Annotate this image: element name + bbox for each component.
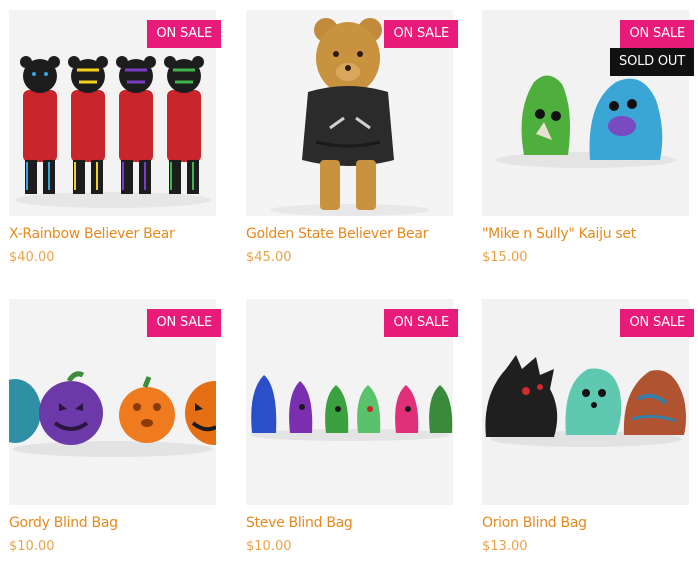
on-sale-badge: ON SALE bbox=[620, 309, 694, 337]
product-card[interactable]: ON SALE Gordy Blind Bag $10.00 bbox=[9, 299, 221, 554]
on-sale-badge: ON SALE bbox=[620, 20, 694, 48]
product-card[interactable]: ON SALE SOLD OUT "Mike n Sully" Kaiju se… bbox=[482, 10, 694, 265]
product-price: $13.00 bbox=[482, 539, 528, 554]
product-card[interactable]: ON SALE Golden State Believer Bear $45.0… bbox=[246, 10, 458, 265]
sold-out-badge: SOLD OUT bbox=[610, 48, 694, 76]
product-price: $10.00 bbox=[246, 539, 292, 554]
product-card[interactable]: ON SALE X-Rainbow Believer Bear $40.00 bbox=[9, 10, 221, 265]
on-sale-badge: ON SALE bbox=[147, 309, 221, 337]
product-price: $40.00 bbox=[9, 250, 55, 265]
product-title-link[interactable]: X-Rainbow Believer Bear bbox=[9, 226, 175, 242]
product-price: $10.00 bbox=[9, 539, 55, 554]
product-title-link[interactable]: Golden State Believer Bear bbox=[246, 226, 428, 242]
product-title-link[interactable]: "Mike n Sully" Kaiju set bbox=[482, 226, 636, 242]
product-card[interactable]: ON SALE Steve Blind Bag $10.00 bbox=[246, 299, 458, 554]
product-price: $45.00 bbox=[246, 250, 292, 265]
product-title-link[interactable]: Gordy Blind Bag bbox=[9, 515, 118, 531]
on-sale-badge: ON SALE bbox=[147, 20, 221, 48]
product-title-link[interactable]: Steve Blind Bag bbox=[246, 515, 353, 531]
on-sale-badge: ON SALE bbox=[384, 20, 458, 48]
product-price: $15.00 bbox=[482, 250, 528, 265]
on-sale-badge: ON SALE bbox=[384, 309, 458, 337]
product-card[interactable]: ON SALE Orion Blind Bag $13.00 bbox=[482, 299, 694, 554]
product-title-link[interactable]: Orion Blind Bag bbox=[482, 515, 587, 531]
